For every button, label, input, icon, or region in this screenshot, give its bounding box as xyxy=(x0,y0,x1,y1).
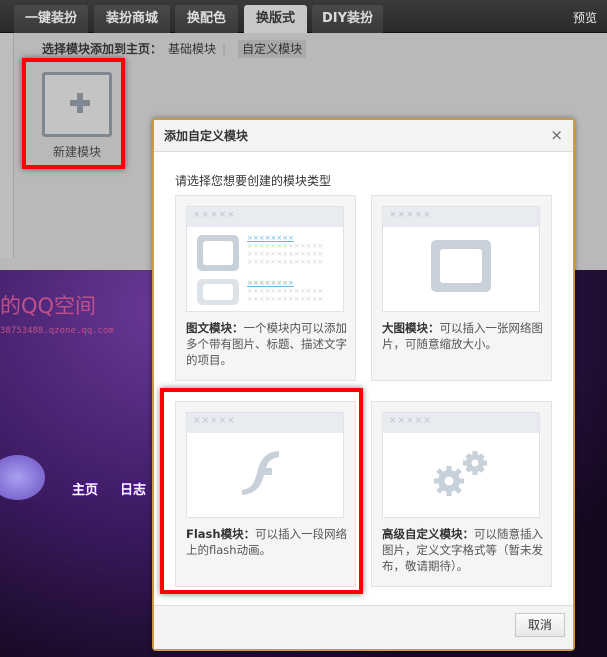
placeholder-header: ××××× xyxy=(383,413,539,433)
tab-color-scheme[interactable]: 换配色 xyxy=(175,5,238,33)
card-large-image[interactable]: ××××× 大图模块：可以插入一张网络图片，可随意缩放大小。 xyxy=(371,195,552,381)
left-strip xyxy=(0,33,14,258)
custom-modules-link[interactable]: 自定义模块 xyxy=(238,40,307,58)
space-title: 的QQ空间 xyxy=(0,294,97,318)
module-selector-label: 选择模块添加到主页： xyxy=(42,42,163,56)
card-title: 高级自定义模块： xyxy=(382,527,474,541)
cancel-button[interactable]: 取消 xyxy=(515,613,565,637)
new-module-label: 新建模块 xyxy=(52,145,101,159)
space-url: 38753488.qzone.qq.com xyxy=(0,326,114,336)
new-module-button[interactable] xyxy=(42,72,112,137)
dialog-title: 添加自定义模块 xyxy=(154,120,573,152)
card-title: 图文模块： xyxy=(186,321,244,335)
dialog-intro: 请选择您想要创建的模块类型 xyxy=(175,174,332,188)
dialog-footer: 取消 xyxy=(154,605,573,649)
placeholder-lines: ×××××××× ××××××××××××× ××××××××××××× ××××××… xyxy=(247,234,324,266)
basic-modules-link[interactable]: 基础模块 xyxy=(168,42,216,56)
tab-layout[interactable]: 换版式 xyxy=(244,5,307,33)
placeholder-lines: ×××××××× ××××××××××××× ××××××××××××× xyxy=(247,279,324,303)
module-selector: 选择模块添加到主页： 基础模块 | 自定义模块 xyxy=(42,40,307,58)
close-icon[interactable]: × xyxy=(550,126,563,144)
preview: ××××× xyxy=(382,412,540,518)
tab-diy[interactable]: DIY装扮 xyxy=(312,5,383,33)
placeholder-header: ××××× xyxy=(187,207,343,227)
card-advanced-custom[interactable]: ××××× 高级自定义模块：可以随意插入图片，定义文字格式等（暂未发布，敬请期待… xyxy=(371,401,552,587)
card-title: 大图模块： xyxy=(382,321,440,335)
top-bar: 一键装扮 装扮商城 换配色 换版式 DIY装扮 预览 xyxy=(0,0,607,33)
tab-dress-store[interactable]: 装扮商城 xyxy=(94,5,170,33)
divider: | xyxy=(222,42,227,56)
placeholder-header: ××××× xyxy=(383,207,539,227)
highlight-box-flash xyxy=(160,388,363,594)
preview-button[interactable]: 预览 xyxy=(573,9,597,26)
image-icon xyxy=(197,235,239,271)
preview: ××××× xyxy=(382,206,540,312)
tab-one-click-dress[interactable]: 一键装扮 xyxy=(14,5,88,33)
gears-icon xyxy=(434,451,487,496)
image-icon xyxy=(197,279,239,305)
nav-blog[interactable]: 日志 xyxy=(120,479,146,498)
image-icon xyxy=(431,240,491,292)
nav-home[interactable]: 主页 xyxy=(72,479,98,498)
image-text-icon: ××××× ×××××××× ××××××××××××× ×××××××××××××… xyxy=(186,206,344,312)
card-image-text[interactable]: ××××× ×××××××× ××××××××××××× ×××××××××××××… xyxy=(175,195,356,381)
plus-icon xyxy=(70,93,90,113)
